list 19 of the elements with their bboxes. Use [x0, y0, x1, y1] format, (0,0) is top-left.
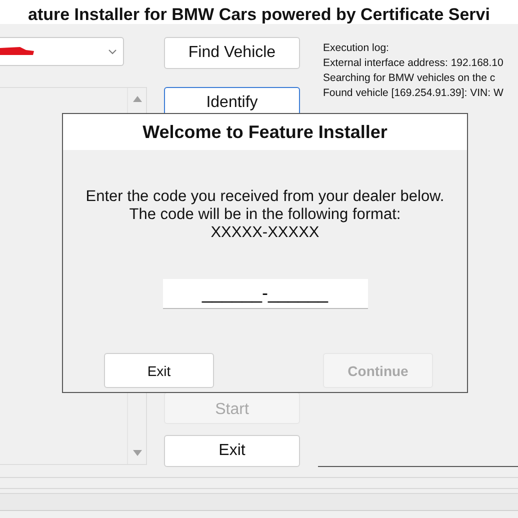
redaction-mark [0, 47, 34, 56]
action-button[interactable]: Exit [164, 435, 300, 467]
log-line: External interface address: 192.168.10 [323, 56, 504, 71]
scroll-up-icon[interactable] [132, 96, 142, 102]
instruction-text: The code will be in the following format: [129, 206, 401, 224]
instruction-text: Enter the code you received from your dealer below. [86, 188, 444, 206]
scroll-down-icon[interactable] [132, 450, 142, 456]
action-button[interactable]: Find Vehicle [164, 37, 300, 69]
log-heading: Execution log: [323, 41, 390, 56]
code-input-field[interactable]: ______-______ [162, 279, 368, 309]
instruction-text: XXXXX-XXXXX [210, 224, 320, 242]
dialog-button[interactable]: Exit [104, 353, 214, 388]
window-title: ature Installer for BMW Cars powered by Certificate Servi [28, 6, 490, 24]
chevron-down-icon [108, 48, 117, 54]
horizontal-scrollbar[interactable] [0, 477, 518, 489]
dialog-title: Welcome to Feature Installer [142, 122, 388, 142]
log-line: Found vehicle [169.254.91.39]: VIN: W [323, 86, 504, 101]
log-line: Searching for BMW vehicles on the c [323, 71, 496, 86]
vehicle-dropdown[interactable] [0, 37, 124, 66]
